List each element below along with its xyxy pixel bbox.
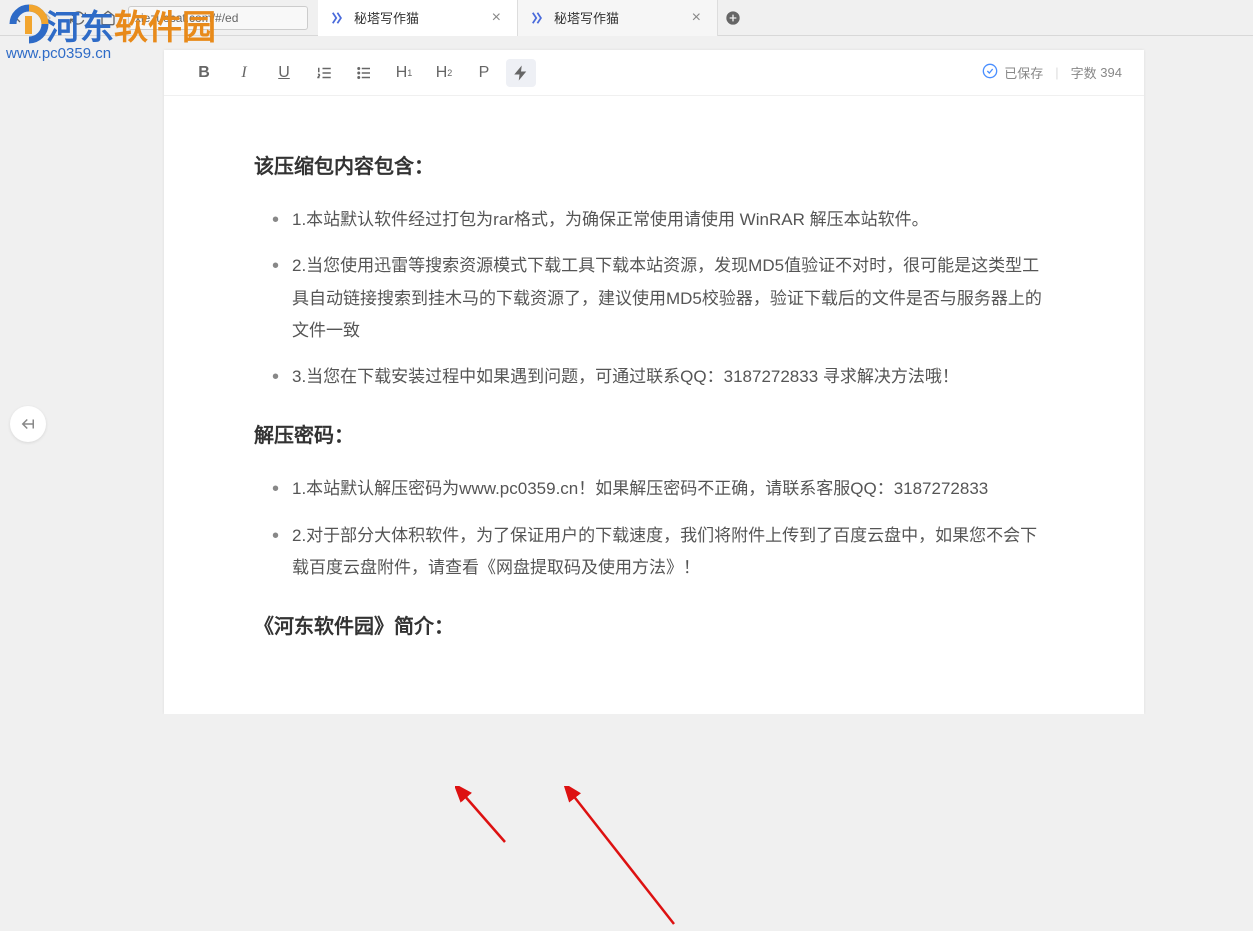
main: B I U H1 H2 P 已保存 | 字数 394 该压缩包内容包含： bbox=[55, 36, 1253, 714]
list-item: 1.本站默认软件经过打包为rar格式，为确保正常使用请使用 WinRAR 解压本… bbox=[268, 204, 1054, 236]
tabs: 秘塔写作猫 × 秘塔写作猫 × bbox=[318, 0, 1245, 36]
italic-button[interactable]: I bbox=[226, 55, 262, 91]
h1-button[interactable]: H1 bbox=[386, 55, 422, 91]
paragraph-button[interactable]: P bbox=[466, 55, 502, 91]
unordered-list-button[interactable] bbox=[346, 55, 382, 91]
close-icon[interactable]: × bbox=[488, 9, 505, 27]
word-count-label: 字数 bbox=[1071, 63, 1097, 82]
new-tab-button[interactable] bbox=[718, 0, 748, 36]
nav-buttons bbox=[8, 8, 118, 28]
tab-favicon-icon bbox=[330, 10, 346, 26]
list-2: 1.本站默认解压密码为www.pc0359.cn！如果解压密码不正确，请联系客服… bbox=[254, 473, 1054, 584]
bold-button[interactable]: B bbox=[186, 55, 222, 91]
saved-icon bbox=[982, 63, 998, 82]
list-item: 2.当您使用迅雷等搜索资源模式下载工具下载本站资源，发现MD5值验证不对时，很可… bbox=[268, 250, 1054, 347]
close-icon[interactable]: × bbox=[688, 9, 705, 27]
flash-button[interactable] bbox=[506, 59, 536, 87]
url-bar[interactable]: xiezuocat.com/#/ed bbox=[128, 6, 308, 30]
list-item: 1.本站默认解压密码为www.pc0359.cn！如果解压密码不正确，请联系客服… bbox=[268, 473, 1054, 505]
reload-button[interactable] bbox=[68, 8, 88, 28]
sidebar bbox=[0, 36, 55, 714]
editor: B I U H1 H2 P 已保存 | 字数 394 该压缩包内容包含： bbox=[164, 50, 1144, 714]
list-item: 2.对于部分大体积软件，为了保证用户的下载速度，我们将附件上传到了百度云盘中，如… bbox=[268, 520, 1054, 585]
toolbar: B I U H1 H2 P 已保存 | 字数 394 bbox=[164, 50, 1144, 96]
ordered-list-button[interactable] bbox=[306, 55, 342, 91]
heading-1: 该压缩包内容包含： bbox=[254, 148, 1054, 186]
tab-title: 秘塔写作猫 bbox=[354, 8, 488, 27]
sidebar-collapse-button[interactable] bbox=[10, 406, 46, 442]
underline-button[interactable]: U bbox=[266, 55, 302, 91]
list-item: 3.当您在下载安装过程中如果遇到问题，可通过联系QQ：3187272833 寻求… bbox=[268, 361, 1054, 393]
list-1: 1.本站默认软件经过打包为rar格式，为确保正常使用请使用 WinRAR 解压本… bbox=[254, 204, 1054, 393]
toolbar-status: 已保存 | 字数 394 bbox=[982, 63, 1122, 82]
app: B I U H1 H2 P 已保存 | 字数 394 该压缩包内容包含： bbox=[0, 36, 1253, 714]
home-button[interactable] bbox=[98, 8, 118, 28]
h2-button[interactable]: H2 bbox=[426, 55, 462, 91]
tab-favicon-icon bbox=[530, 10, 546, 26]
back-button[interactable] bbox=[8, 8, 28, 28]
word-count: 394 bbox=[1100, 65, 1122, 80]
saved-label: 已保存 bbox=[1004, 63, 1043, 82]
forward-button[interactable] bbox=[38, 8, 58, 28]
tab-1[interactable]: 秘塔写作猫 × bbox=[318, 0, 518, 36]
heading-2: 解压密码： bbox=[254, 417, 1054, 455]
tab-2[interactable]: 秘塔写作猫 × bbox=[518, 0, 718, 36]
tab-title: 秘塔写作猫 bbox=[554, 8, 688, 27]
heading-3: 《河东软件园》简介： bbox=[254, 608, 1054, 646]
content[interactable]: 该压缩包内容包含： 1.本站默认软件经过打包为rar格式，为确保正常使用请使用 … bbox=[164, 96, 1144, 704]
browser-bar: xiezuocat.com/#/ed 秘塔写作猫 × 秘塔写作猫 × bbox=[0, 0, 1253, 36]
